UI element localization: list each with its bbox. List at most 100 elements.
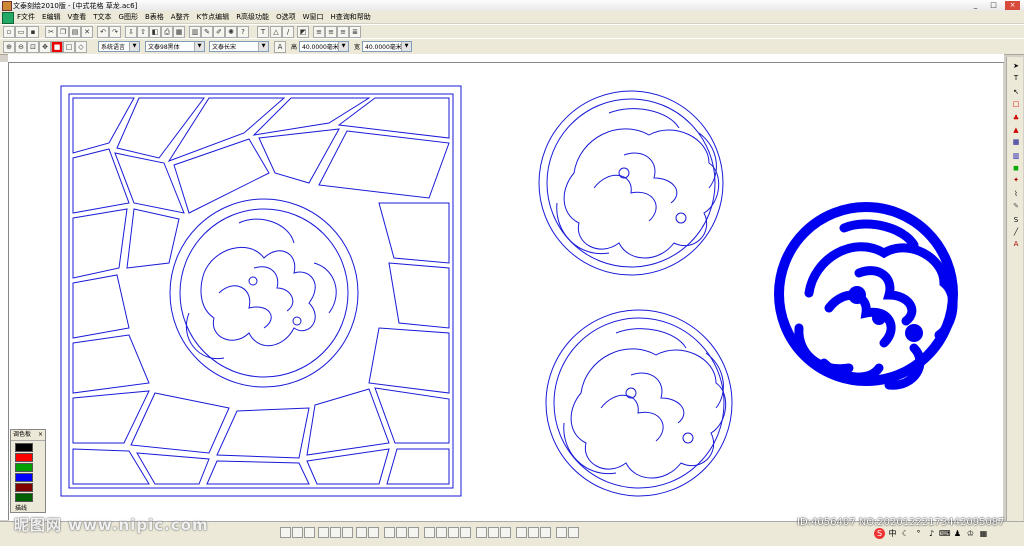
open-file-icon[interactable]: ▭ bbox=[15, 26, 27, 38]
line-tool-icon[interactable]: ╱ bbox=[1010, 226, 1022, 238]
export-icon[interactable]: ⇧ bbox=[137, 26, 149, 38]
align-middle-icon[interactable] bbox=[292, 527, 303, 538]
scan-icon[interactable]: ▦ bbox=[173, 26, 185, 38]
color-tool-icon[interactable]: ◼ bbox=[1010, 162, 1022, 174]
swatch-dark-green[interactable] bbox=[15, 493, 33, 502]
combine-icon[interactable] bbox=[408, 527, 419, 538]
zoom-in-icon[interactable]: ⊕ bbox=[3, 41, 15, 53]
menu-file[interactable]: F文件 bbox=[15, 13, 40, 22]
maximize-button[interactable]: □ bbox=[986, 1, 1001, 10]
swatch-blue[interactable] bbox=[15, 473, 33, 482]
distribute-h-icon[interactable] bbox=[356, 527, 367, 538]
brush-icon[interactable]: ✐ bbox=[213, 26, 225, 38]
dragon-medallion-top[interactable] bbox=[538, 90, 724, 276]
unlock-icon[interactable] bbox=[568, 527, 579, 538]
menu-options[interactable]: O选项 bbox=[274, 13, 301, 22]
swatch-red[interactable] bbox=[15, 453, 33, 462]
draw-tool-icon[interactable]: ◩ bbox=[297, 26, 309, 38]
backward-icon[interactable] bbox=[460, 527, 471, 538]
font-style-icon[interactable]: A bbox=[274, 41, 286, 53]
ime-shirt-icon[interactable]: ♔ bbox=[965, 528, 976, 539]
weld-icon[interactable] bbox=[516, 527, 527, 538]
minimize-button[interactable]: _ bbox=[968, 1, 983, 10]
ime-punct-icon[interactable]: ° bbox=[913, 528, 924, 539]
align-center-icon[interactable] bbox=[330, 527, 341, 538]
help-icon[interactable]: ? bbox=[237, 26, 249, 38]
trim-icon[interactable] bbox=[528, 527, 539, 538]
dragon-medallion-bottom[interactable] bbox=[545, 309, 733, 497]
drawing-canvas[interactable] bbox=[9, 63, 1003, 521]
distribute-v-icon[interactable] bbox=[368, 527, 379, 538]
group-icon[interactable] bbox=[384, 527, 395, 538]
width-input[interactable]: 40.0000毫米 ▼ bbox=[362, 41, 412, 52]
color-red-icon[interactable]: ■ bbox=[51, 41, 63, 53]
line-tool-icon[interactable]: / bbox=[282, 26, 294, 38]
mirror-v-icon[interactable] bbox=[488, 527, 499, 538]
paste-icon[interactable]: ▤ bbox=[69, 26, 81, 38]
delete-icon[interactable]: ✕ bbox=[81, 26, 93, 38]
pan-icon[interactable]: ✥ bbox=[39, 41, 51, 53]
cut-plot-icon[interactable]: ◧ bbox=[149, 26, 161, 38]
rotate-icon[interactable] bbox=[500, 527, 511, 538]
shape-tool-icon[interactable]: ▲ bbox=[1010, 124, 1022, 136]
lock-icon[interactable] bbox=[556, 527, 567, 538]
ime-chinese-icon[interactable]: 中 bbox=[887, 528, 898, 539]
print-icon[interactable]: ⎙ bbox=[161, 26, 173, 38]
save-icon[interactable]: ▪ bbox=[27, 26, 39, 38]
spell-tool-icon[interactable]: S bbox=[1010, 214, 1022, 226]
swatch-black[interactable] bbox=[15, 443, 33, 452]
ime-mic-icon[interactable]: ♪ bbox=[926, 528, 937, 539]
menu-window[interactable]: W窗口 bbox=[301, 13, 329, 22]
zoom-out-icon[interactable]: ⊖ bbox=[15, 41, 27, 53]
align-left-icon[interactable]: ≡ bbox=[313, 26, 325, 38]
swatch-maroon[interactable] bbox=[15, 483, 33, 492]
front-icon[interactable] bbox=[424, 527, 435, 538]
dragon-medallion-filled[interactable] bbox=[774, 202, 958, 390]
ime-user-icon[interactable]: ♟ bbox=[952, 528, 963, 539]
justify-icon[interactable]: ≣ bbox=[349, 26, 361, 38]
table-icon[interactable]: ▥ bbox=[189, 26, 201, 38]
cut-icon[interactable]: ✂ bbox=[45, 26, 57, 38]
zoom-fit-icon[interactable]: ⊡ bbox=[27, 41, 39, 53]
menu-edit[interactable]: E编辑 bbox=[40, 13, 65, 22]
ime-grid-icon[interactable]: ▦ bbox=[978, 528, 989, 539]
align-right-icon[interactable] bbox=[342, 527, 353, 538]
new-file-icon[interactable]: ▫ bbox=[3, 26, 15, 38]
palette-close-button[interactable]: × bbox=[38, 431, 43, 439]
menu-text[interactable]: T文本 bbox=[91, 13, 116, 22]
select-arrow-icon[interactable]: ➤ bbox=[1010, 60, 1022, 72]
menu-graphics[interactable]: G图形 bbox=[117, 13, 143, 22]
font-select[interactable]: 文泰98黑体 ▼ bbox=[145, 41, 205, 52]
language-select[interactable]: 系统语言 ▼ bbox=[98, 41, 140, 52]
menu-table[interactable]: B表格 bbox=[143, 13, 169, 22]
path-tool-icon[interactable]: ⌇ bbox=[1010, 188, 1022, 200]
menu-node-edit[interactable]: K节点编辑 bbox=[195, 13, 235, 22]
menu-view[interactable]: V查看 bbox=[65, 13, 91, 22]
pen-tool-icon[interactable]: ✎ bbox=[1010, 200, 1022, 212]
bulb-icon[interactable]: ✺ bbox=[225, 26, 237, 38]
table-tool-icon[interactable]: ▥ bbox=[1010, 150, 1022, 162]
node-edit-icon[interactable]: ↖ bbox=[1010, 86, 1022, 98]
redo-icon[interactable]: ↷ bbox=[109, 26, 121, 38]
height-input[interactable]: 40.0000毫米 ▼ bbox=[299, 41, 349, 52]
ime-moon-icon[interactable]: ☾ bbox=[900, 528, 911, 539]
intersect-icon[interactable] bbox=[540, 527, 551, 538]
align-top-icon[interactable] bbox=[280, 527, 291, 538]
menu-arrange[interactable]: A整齐 bbox=[169, 13, 195, 22]
rectangle-tool-icon[interactable]: □ bbox=[1010, 98, 1022, 110]
mirror-h-icon[interactable] bbox=[476, 527, 487, 538]
horizontal-ruler[interactable] bbox=[8, 54, 1004, 63]
effect-tool-icon[interactable]: ✦ bbox=[1010, 174, 1022, 186]
import-icon[interactable]: ⇩ bbox=[125, 26, 137, 38]
menu-help[interactable]: H查询和帮助 bbox=[329, 13, 376, 22]
text-tool-icon[interactable]: T bbox=[1010, 72, 1022, 84]
artistic-text-icon[interactable]: A bbox=[1010, 238, 1022, 250]
grid-tool-icon[interactable]: ▦ bbox=[1010, 136, 1022, 148]
align-left-icon[interactable] bbox=[318, 527, 329, 538]
align-bottom-icon[interactable] bbox=[304, 527, 315, 538]
undo-icon[interactable]: ↶ bbox=[97, 26, 109, 38]
copy-icon[interactable]: ❐ bbox=[57, 26, 69, 38]
back-icon[interactable] bbox=[436, 527, 447, 538]
text-tool-icon[interactable]: T bbox=[257, 26, 269, 38]
align-center-icon[interactable]: ≡ bbox=[325, 26, 337, 38]
